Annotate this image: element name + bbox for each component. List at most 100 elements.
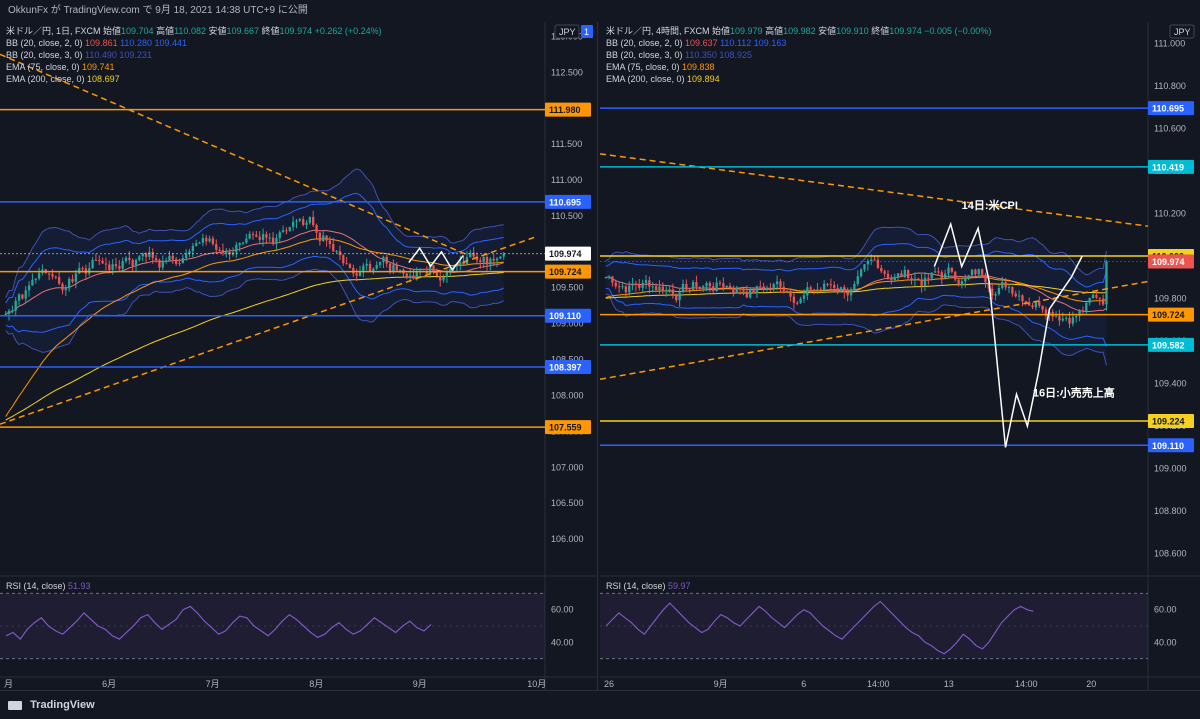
candle-body — [121, 261, 124, 269]
candle-body — [1031, 305, 1034, 308]
y-tick-label: 112.500 — [551, 67, 583, 77]
candle-body — [78, 268, 81, 274]
y-tick-label: 109.500 — [551, 283, 584, 293]
candle-body — [21, 294, 24, 299]
candle-body — [1064, 317, 1068, 319]
candle-body — [762, 286, 765, 291]
candle-body — [688, 289, 691, 291]
candle-body — [802, 295, 806, 299]
candle-body — [907, 269, 910, 279]
price-label-text: 110.695 — [1152, 104, 1184, 114]
publish-header-text: OkkunFx が TradingView.com で 9月 18, 2021 … — [8, 5, 308, 16]
candle-body — [11, 310, 14, 312]
candle-body — [395, 264, 398, 271]
legend-indicator: BB (20, close, 2, 0) 109.861 110.280 109… — [6, 38, 187, 48]
candle-body — [967, 275, 970, 278]
candle-body — [742, 289, 745, 292]
candle-body — [74, 273, 78, 282]
candle-body — [775, 281, 779, 285]
y-tick-label: 111.500 — [551, 139, 582, 149]
candle-body — [4, 314, 7, 316]
candle-body — [853, 283, 856, 291]
chart-4h-svg[interactable]: 111.000110.800110.600110.400110.200110.0… — [600, 22, 1200, 690]
candle-body — [735, 287, 738, 294]
candle-body — [248, 233, 251, 239]
chart-legend: 米ドル／円, 4時間, FXCM 始値109.979 高値109.982 安値1… — [606, 25, 991, 84]
annotation-cpi: 14日:米CPI — [962, 198, 1018, 212]
candle-body — [668, 289, 671, 291]
candle-body — [134, 259, 138, 267]
annotation-retail-sales: 16日:小売売上高 — [1033, 385, 1115, 399]
candle-body — [388, 263, 392, 272]
candle-body — [1038, 301, 1041, 306]
price-label-text: 109.110 — [549, 311, 581, 321]
candle-body — [378, 262, 382, 265]
candle-body — [104, 263, 108, 265]
candle-body — [335, 251, 338, 253]
candle-body — [661, 286, 664, 292]
candle-body — [301, 219, 305, 225]
y-tick-label: 108.800 — [1154, 506, 1187, 516]
candle-body — [752, 289, 755, 294]
candle-body — [37, 273, 41, 279]
candle-body — [268, 237, 271, 239]
chart-daily-svg[interactable]: 113.000112.500112.000111.500111.000110.5… — [0, 22, 597, 690]
candle-body — [338, 251, 342, 256]
candle-body — [880, 268, 883, 272]
candle-body — [920, 279, 923, 286]
candle-body — [221, 249, 225, 254]
candle-body — [435, 272, 439, 277]
candle-body — [161, 261, 164, 268]
candle-body — [678, 292, 681, 301]
candle-body — [1088, 298, 1091, 303]
candle-body — [611, 276, 614, 283]
candle-body — [974, 269, 977, 275]
candle-body — [681, 283, 685, 293]
price-label-text: 110.695 — [549, 197, 581, 207]
candle-body — [305, 222, 308, 225]
x-tick-label: 20 — [1086, 679, 1096, 689]
price-label-text: 109.724 — [549, 267, 582, 277]
candle-body — [621, 286, 624, 288]
candle-body — [255, 234, 258, 237]
candle-body — [876, 259, 880, 269]
candle-body — [651, 286, 654, 288]
x-tick-label: 13 — [944, 679, 954, 689]
y-tick-label: 111.000 — [1154, 38, 1185, 48]
legend-indicator: BB (20, close, 2, 0) 109.637 110.112 109… — [606, 38, 786, 48]
candle-body — [614, 282, 617, 287]
candle-body — [195, 243, 198, 246]
chart-pane-4h[interactable]: 111.000110.800110.600110.400110.200110.0… — [600, 22, 1200, 690]
candle-body — [64, 288, 68, 291]
candle-body — [957, 279, 960, 285]
candle-body — [442, 276, 445, 281]
x-tick-label: 月 — [4, 679, 13, 689]
chart-pane-daily[interactable]: 113.000112.500112.000111.500111.000110.5… — [0, 22, 598, 690]
candle-body — [482, 257, 485, 263]
candle-body — [158, 260, 161, 268]
rsi-legend: RSI (14, close) 59.97 — [606, 581, 691, 591]
candle-body — [81, 268, 84, 270]
candle-body — [977, 269, 980, 275]
y-tick-label: 108.600 — [1154, 549, 1187, 559]
candle-body — [991, 288, 994, 296]
candle-body — [278, 232, 281, 239]
candle-body — [492, 258, 495, 261]
candle-body — [940, 272, 943, 279]
y-tick-label: 106.500 — [551, 498, 584, 508]
candle-body — [54, 276, 57, 278]
y-tick-label: 110.600 — [1154, 123, 1186, 133]
candle-body — [174, 259, 178, 264]
candle-body — [1105, 261, 1108, 305]
candle-body — [98, 259, 101, 261]
candle-body — [495, 258, 499, 261]
y-tick-label: 108.000 — [551, 390, 584, 400]
candle-body — [738, 287, 742, 290]
candle-body — [1068, 317, 1071, 324]
legend-indicator: BB (20, close, 3, 0) 110.490 109.231 — [6, 50, 152, 60]
candle-body — [24, 290, 27, 299]
candle-body — [408, 275, 412, 278]
chart-legend: 米ドル／円, 1日, FXCM 始値109.704 高値110.082 安値10… — [6, 25, 382, 84]
candle-body — [671, 289, 675, 294]
candle-body — [863, 264, 866, 270]
